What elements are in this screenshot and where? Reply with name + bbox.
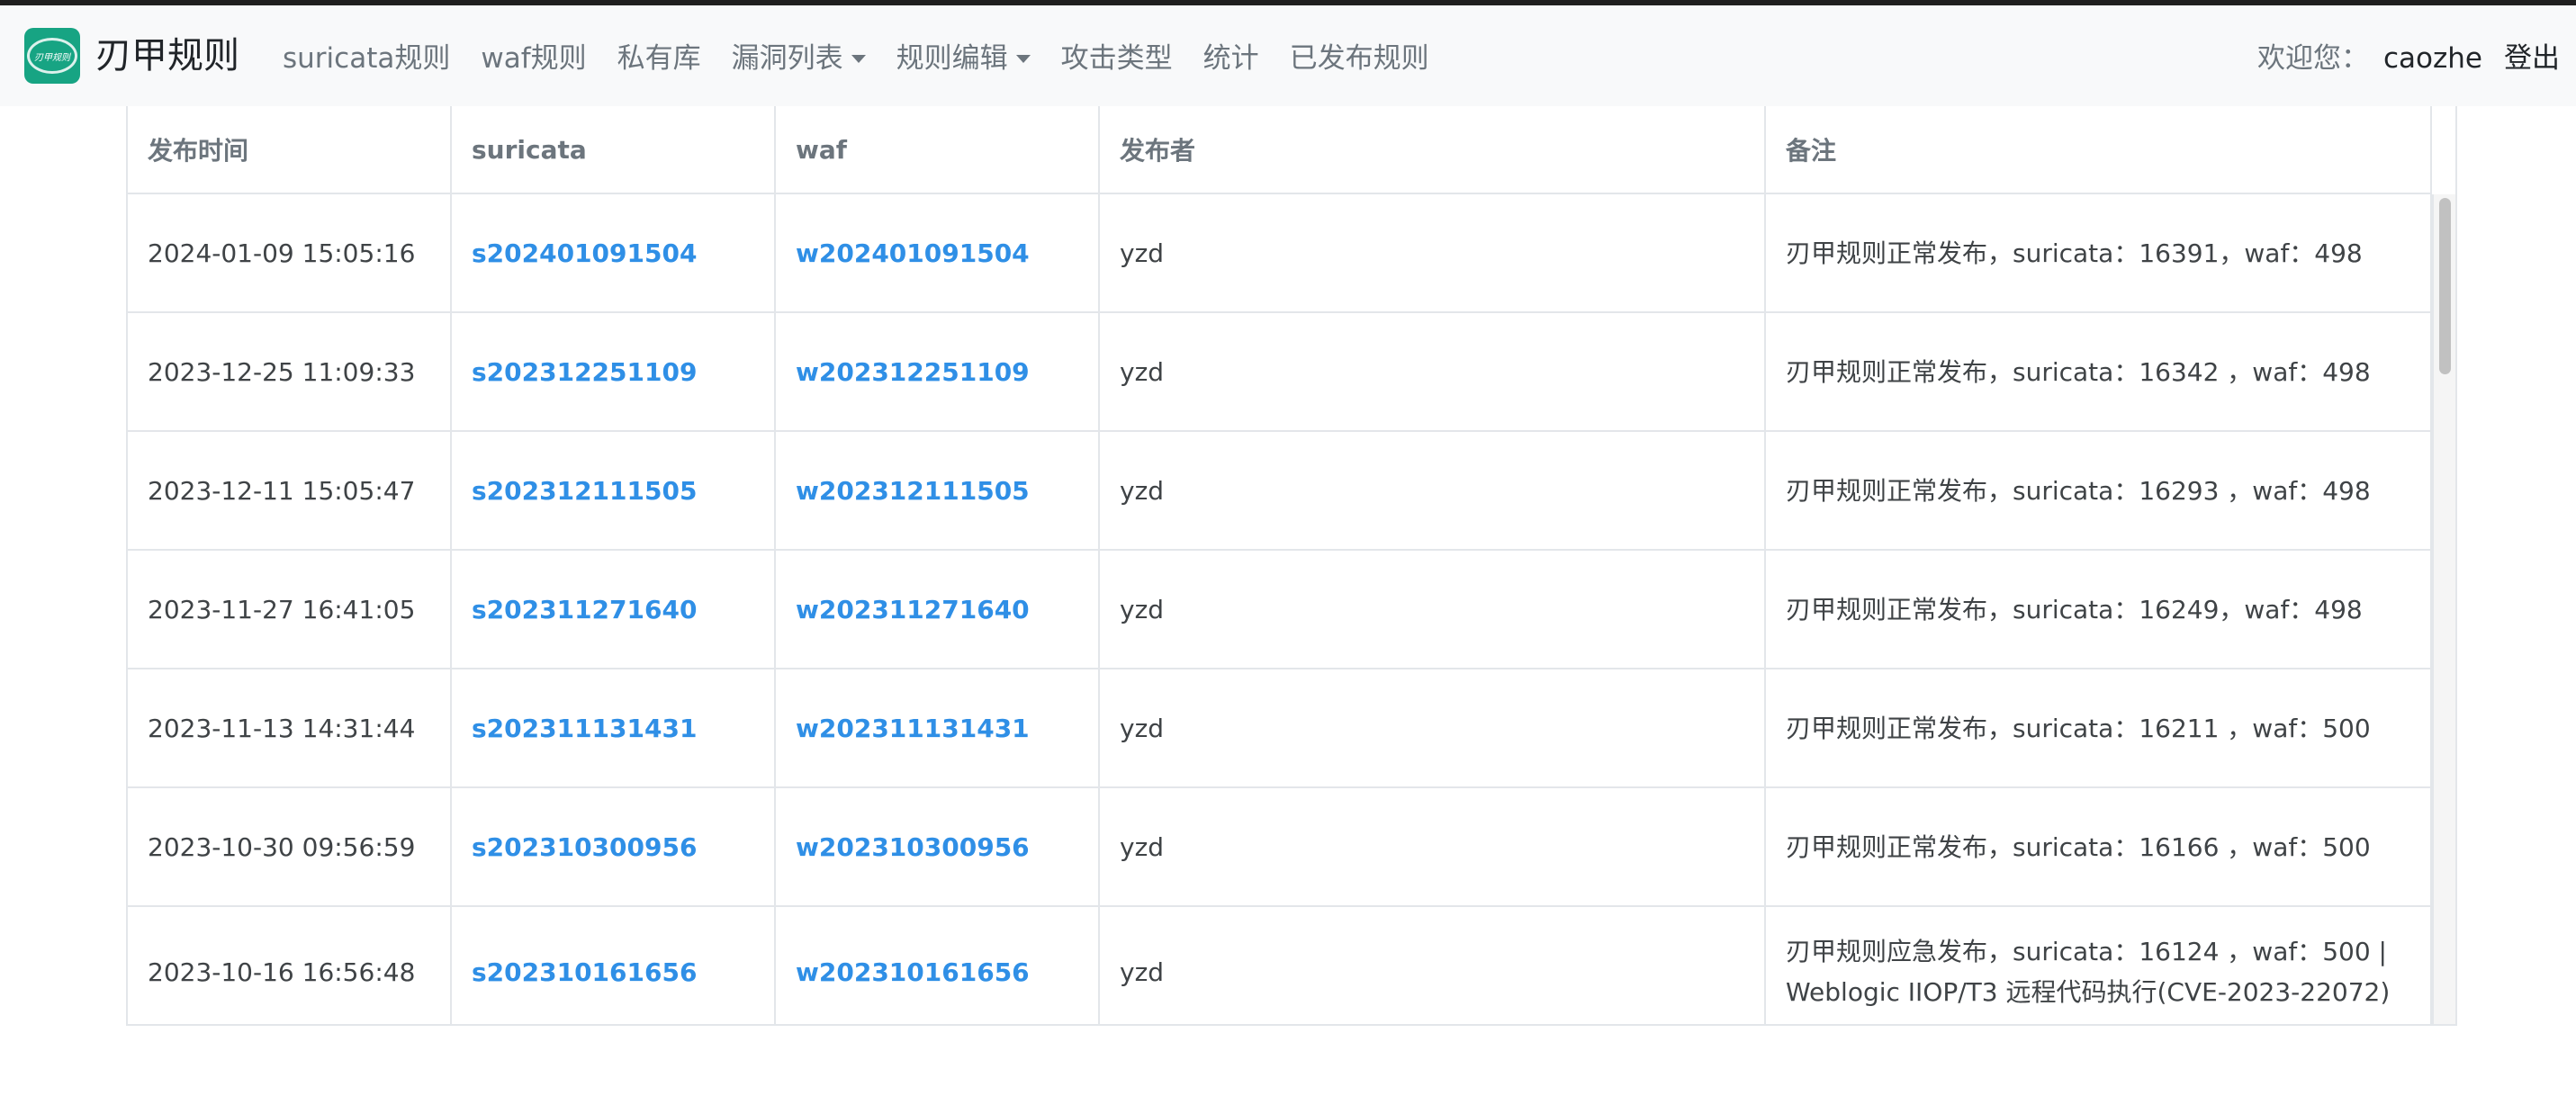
column-header-publisher[interactable]: 发布者 [1100, 106, 1766, 193]
logo-text: 刃甲规则 [34, 52, 70, 63]
cell-publisher: yzd [1100, 551, 1766, 668]
cell-note: 刃甲规则正常发布，suricata：16391，waf：498 [1766, 194, 2432, 311]
cell-publish-time: 2024-01-09 15:05:16 [128, 194, 452, 311]
cell-waf-link[interactable]: w202310161656 [776, 907, 1100, 1024]
scrollbar-thumb[interactable] [2439, 198, 2451, 374]
logo-ring: 刃甲规则 [27, 38, 77, 74]
nav-item-vulnerability-list[interactable]: 漏洞列表 [732, 40, 866, 77]
username[interactable]: caozhe [2383, 40, 2482, 77]
cell-waf-link[interactable]: w202312111505 [776, 432, 1100, 549]
nav-item-attack-types[interactable]: 攻击类型 [1061, 40, 1173, 77]
cell-suricata-link[interactable]: s202401091504 [452, 194, 776, 311]
nav-item-label: 攻击类型 [1060, 42, 1173, 75]
cell-note: 刃甲规则正常发布，suricata：16293 ，waf：498 [1766, 432, 2432, 549]
cell-publisher: yzd [1100, 669, 1766, 786]
cell-suricata-link[interactable]: s202312251109 [452, 313, 776, 430]
table-row: 2023-11-13 14:31:44 s202311131431 w20231… [128, 669, 2432, 788]
table-row: 2023-10-30 09:56:59 s202310300956 w20231… [128, 788, 2432, 907]
cell-publisher: yzd [1100, 432, 1766, 549]
nav-item-label: 统计 [1202, 42, 1259, 75]
nav-item-label: 漏洞列表 [731, 42, 843, 75]
cell-note: 刃甲规则正常发布，suricata：16249，waf：498 [1766, 551, 2432, 668]
column-header-note[interactable]: 备注 [1766, 106, 2432, 193]
cell-suricata-link[interactable]: s202310161656 [452, 907, 776, 1024]
user-area: 欢迎您： caozhe 登出 [2257, 40, 2560, 77]
cell-publish-time: 2023-11-13 14:31:44 [128, 669, 452, 786]
cell-waf-link[interactable]: w202401091504 [776, 194, 1100, 311]
column-header-publish-time[interactable]: 发布时间 [128, 106, 452, 193]
nav-item-label: suricata规则 [283, 42, 451, 75]
nav-item-statistics[interactable]: 统计 [1203, 40, 1259, 77]
nav-item-label: 已发布规则 [1289, 42, 1429, 75]
cell-suricata-link[interactable]: s202311131431 [452, 669, 776, 786]
nav-item-label: 规则编辑 [896, 42, 1008, 75]
cell-waf-link[interactable]: w202312251109 [776, 313, 1100, 430]
welcome-text: 欢迎您： [2257, 42, 2369, 75]
column-header-waf[interactable]: waf [776, 106, 1100, 193]
cell-publish-time: 2023-11-27 16:41:05 [128, 551, 452, 668]
nav-item-label: waf规则 [481, 42, 587, 75]
chevron-down-icon [851, 54, 866, 63]
cell-publisher: yzd [1100, 313, 1766, 430]
nav-item-rule-edit[interactable]: 规则编辑 [896, 40, 1031, 77]
cell-waf-link[interactable]: w202311131431 [776, 669, 1100, 786]
table-header: 发布时间 suricata waf 发布者 备注 [128, 106, 2432, 194]
cell-note: 刃甲规则正常发布，suricata：16211 ，waf：500 [1766, 669, 2432, 786]
cell-suricata-link[interactable]: s202311271640 [452, 551, 776, 668]
column-header-suricata[interactable]: suricata [452, 106, 776, 193]
cell-note: 刃甲规则正常发布，suricata：16166 ，waf：500 [1766, 788, 2432, 905]
brand-name[interactable]: 刃甲规则 [95, 34, 239, 77]
table-scrollbar[interactable] [2432, 194, 2455, 1024]
cell-publish-time: 2023-12-11 15:05:47 [128, 432, 452, 549]
cell-publish-time: 2023-12-25 11:09:33 [128, 313, 452, 430]
cell-publisher: yzd [1100, 907, 1766, 1024]
nav-item-waf-rules[interactable]: waf规则 [481, 40, 586, 77]
nav-item-suricata-rules[interactable]: suricata规则 [283, 40, 450, 77]
logout-link[interactable]: 登出 [2504, 40, 2560, 77]
table-row: 2023-10-16 16:56:48 s202310161656 w20231… [128, 907, 2432, 1024]
cell-suricata-link[interactable]: s202312111505 [452, 432, 776, 549]
nav-item-label: 私有库 [617, 42, 701, 75]
nav-menu: suricata规则 waf规则 私有库 漏洞列表 规则编辑 攻击类型 统计 已… [283, 40, 1460, 77]
cell-publish-time: 2023-10-16 16:56:48 [128, 907, 452, 1024]
cell-note: 刃甲规则应急发布，suricata：16124 ，waf：500 | Weblo… [1766, 907, 2432, 1024]
table-row: 2023-12-11 15:05:47 s202312111505 w20231… [128, 432, 2432, 551]
brand-logo-icon[interactable]: 刃甲规则 [24, 28, 80, 84]
nav-item-published-rules[interactable]: 已发布规则 [1290, 40, 1429, 77]
nav-item-private-library[interactable]: 私有库 [617, 40, 701, 77]
table-row: 2023-11-27 16:41:05 s202311271640 w20231… [128, 551, 2432, 669]
published-rules-table: 发布时间 suricata waf 发布者 备注 2024-01-09 15:0… [126, 106, 2457, 1026]
cell-publisher: yzd [1100, 788, 1766, 905]
cell-note: 刃甲规则正常发布，suricata：16342 ，waf：498 [1766, 313, 2432, 430]
table-body: 2024-01-09 15:05:16 s202401091504 w20240… [128, 194, 2432, 1024]
table-row: 2024-01-09 15:05:16 s202401091504 w20240… [128, 194, 2432, 313]
chevron-down-icon [1015, 54, 1031, 63]
cell-publish-time: 2023-10-30 09:56:59 [128, 788, 452, 905]
navbar: 刃甲规则 刃甲规则 suricata规则 waf规则 私有库 漏洞列表 规则编辑… [0, 5, 2576, 106]
cell-waf-link[interactable]: w202310300956 [776, 788, 1100, 905]
cell-waf-link[interactable]: w202311271640 [776, 551, 1100, 668]
cell-suricata-link[interactable]: s202310300956 [452, 788, 776, 905]
table-row: 2023-12-25 11:09:33 s202312251109 w20231… [128, 313, 2432, 432]
cell-publisher: yzd [1100, 194, 1766, 311]
